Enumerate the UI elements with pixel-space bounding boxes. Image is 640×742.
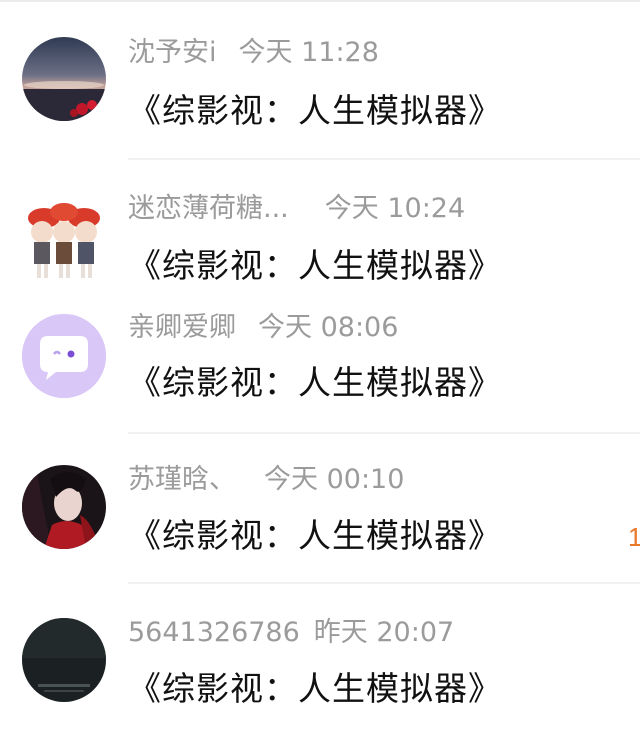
avatar[interactable] bbox=[22, 465, 106, 549]
avatar[interactable] bbox=[22, 314, 106, 398]
sender-name[interactable]: 沈予安i bbox=[128, 37, 217, 68]
message-title[interactable]: 《综影视：人生模拟器》 bbox=[128, 669, 502, 709]
message-title[interactable]: 《综影视：人生模拟器》 bbox=[128, 516, 502, 556]
avatar[interactable] bbox=[22, 198, 106, 282]
chat-face-icon bbox=[22, 314, 106, 398]
message-meta: 沈予安i 今天 11:28 bbox=[128, 36, 379, 70]
unread-count-badge: 1 bbox=[628, 522, 640, 552]
list-item[interactable]: 苏瑾晗、 今天 00:10 《综影视：人生模拟器》 1 bbox=[0, 434, 640, 584]
message-time: 今天 10:24 bbox=[324, 193, 466, 224]
list-item[interactable]: 迷恋薄荷糖... 今天 10:24 《综影视：人生模拟器》 bbox=[0, 160, 640, 300]
sender-name[interactable]: 迷恋薄荷糖... bbox=[128, 193, 289, 224]
anime-group-icon bbox=[22, 198, 106, 282]
message-title[interactable]: 《综影视：人生模拟器》 bbox=[128, 91, 502, 131]
list-item[interactable]: 亲卿爱卿 今天 08:06 《综影视：人生模拟器》 bbox=[0, 300, 640, 434]
sender-name[interactable]: 5641326786 bbox=[128, 617, 300, 648]
avatar[interactable] bbox=[22, 37, 106, 121]
message-time: 今天 08:06 bbox=[258, 312, 399, 343]
message-time: 今天 11:28 bbox=[238, 37, 379, 68]
message-meta: 苏瑾晗、 今天 00:10 bbox=[128, 463, 404, 497]
message-meta: 5641326786 昨天 20:07 bbox=[128, 616, 454, 650]
sunset-landscape-icon bbox=[22, 37, 106, 121]
sender-name[interactable]: 苏瑾晗、 bbox=[128, 464, 236, 495]
message-title[interactable]: 《综影视：人生模拟器》 bbox=[128, 363, 502, 403]
message-time: 昨天 20:07 bbox=[313, 617, 455, 648]
message-time: 今天 00:10 bbox=[264, 464, 405, 495]
sender-name[interactable]: 亲卿爱卿 bbox=[128, 312, 236, 343]
dark-photo-icon bbox=[22, 618, 106, 702]
avatar[interactable] bbox=[22, 618, 106, 702]
message-meta: 亲卿爱卿 今天 08:06 bbox=[128, 311, 398, 345]
anime-portrait-icon bbox=[22, 465, 106, 549]
message-meta: 迷恋薄荷糖... 今天 10:24 bbox=[128, 192, 465, 226]
list-item[interactable]: 沈予安i 今天 11:28 《综影视：人生模拟器》 bbox=[0, 0, 640, 160]
message-title[interactable]: 《综影视：人生模拟器》 bbox=[128, 246, 502, 286]
list-item[interactable]: 5641326786 昨天 20:07 《综影视：人生模拟器》 bbox=[0, 584, 640, 742]
